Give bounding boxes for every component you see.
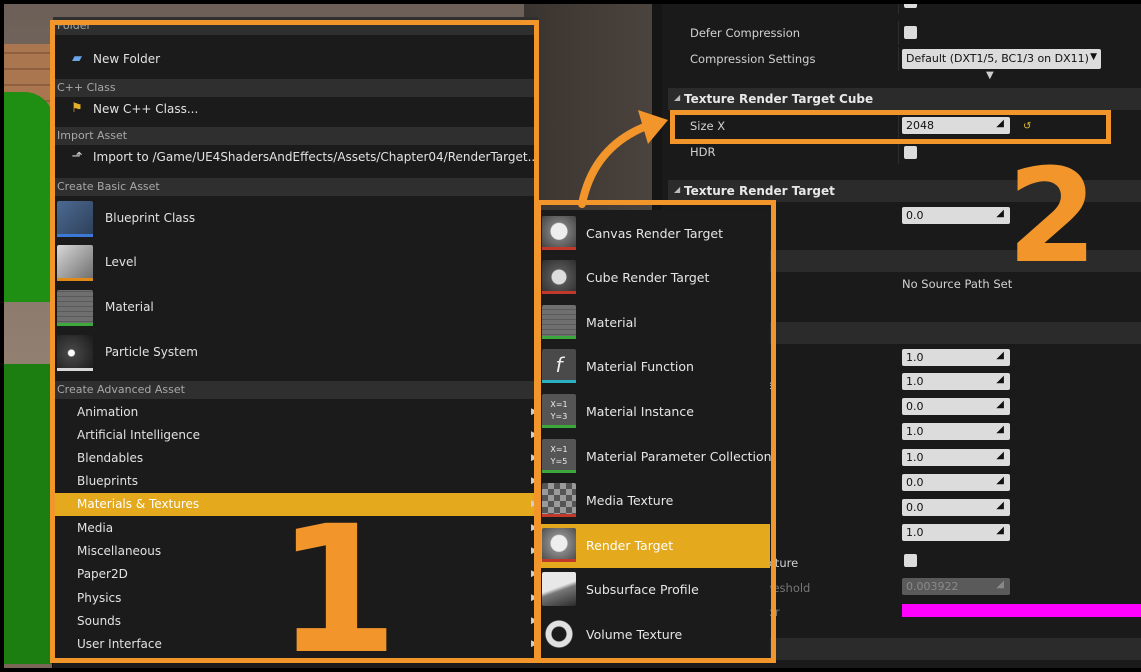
value-input-5[interactable]: 0.0 ◢ xyxy=(902,474,1010,491)
value-text: 1.0 xyxy=(906,425,924,438)
annotation-box-size-x xyxy=(670,110,1111,144)
value-text: 0.0 xyxy=(906,501,924,514)
collapse-triangle-icon: ◢ xyxy=(674,93,681,102)
drag-handle-icon: ◢ xyxy=(996,350,1004,361)
compress-without-alpha-row xyxy=(662,4,1141,14)
value-text: 1.0 xyxy=(906,375,924,388)
viewport-green-shape xyxy=(4,92,54,302)
editor-frame: Defer Compression Compression Settings D… xyxy=(4,4,1141,668)
target-gamma-value: 0.0 xyxy=(906,209,924,222)
drag-handle-icon: ◢ xyxy=(996,374,1004,385)
value-text: 1.0 xyxy=(906,351,924,364)
value-input-3[interactable]: 1.0 ◢ xyxy=(902,423,1010,440)
value-input-0[interactable]: 1.0 ◢ xyxy=(902,349,1010,366)
category-title: Texture Render Target Cube xyxy=(684,92,874,106)
category-title: Texture Render Target xyxy=(684,184,835,198)
value-input-6[interactable]: 0.0 ◢ xyxy=(902,499,1010,516)
drag-handle-icon: ◢ xyxy=(996,399,1004,410)
value-input-4[interactable]: 1.0 ◢ xyxy=(902,449,1010,466)
compression-settings-label: Compression Settings xyxy=(690,52,816,66)
dropdown-arrow-icon: ▼ xyxy=(1090,52,1097,62)
drag-handle-icon: ◢ xyxy=(996,579,1004,590)
hdr-checkbox[interactable] xyxy=(904,146,917,159)
advanced-expander-icon[interactable]: ▼ xyxy=(986,70,994,81)
value-input-1[interactable]: 1.0 ◢ xyxy=(902,373,1010,390)
annotation-step-1: 1 xyxy=(276,488,399,669)
annotation-step-2: 2 xyxy=(1007,140,1098,292)
color-swatch[interactable] xyxy=(902,604,1141,617)
drag-handle-icon: ◢ xyxy=(996,450,1004,461)
value-input-2[interactable]: 0.0 ◢ xyxy=(902,398,1010,415)
value-text: 0.0 xyxy=(906,400,924,413)
annotation-box-submenu xyxy=(536,200,776,663)
drag-handle-icon: ◢ xyxy=(996,475,1004,486)
drag-handle-icon: ◢ xyxy=(996,525,1004,536)
drag-handle-icon: ◢ xyxy=(996,208,1004,219)
compression-settings-value: Default (DXT1/5, BC1/3 on DX11) xyxy=(906,52,1089,65)
target-gamma-input[interactable]: 0.0 ◢ xyxy=(902,207,1010,224)
defer-compression-checkbox[interactable] xyxy=(904,26,917,39)
threshold-value: 0.003922 xyxy=(906,580,959,593)
value-input-7[interactable]: 1.0 ◢ xyxy=(902,524,1010,541)
annotation-arrow-icon xyxy=(578,110,668,208)
value-text: 0.0 xyxy=(906,476,924,489)
defer-compression-label: Defer Compression xyxy=(690,26,801,40)
drag-handle-icon: ◢ xyxy=(996,500,1004,511)
value-text: 1.0 xyxy=(906,451,924,464)
source-path-text: No Source Path Set xyxy=(902,277,1013,291)
compression-settings-dropdown[interactable]: Default (DXT1/5, BC1/3 on DX11) ▼ xyxy=(902,49,1101,69)
value-text: 1.0 xyxy=(906,526,924,539)
texture-render-target-cube-category[interactable]: ◢ Texture Render Target Cube xyxy=(668,88,1141,110)
defer-compression-row: Defer Compression xyxy=(662,21,1141,45)
compress-without-alpha-checkbox[interactable] xyxy=(904,4,917,8)
texture-checkbox[interactable] xyxy=(904,554,917,567)
hdr-label: HDR xyxy=(690,145,716,159)
drag-handle-icon: ◢ xyxy=(996,424,1004,435)
threshold-input: 0.003922 ◢ xyxy=(902,578,1010,595)
